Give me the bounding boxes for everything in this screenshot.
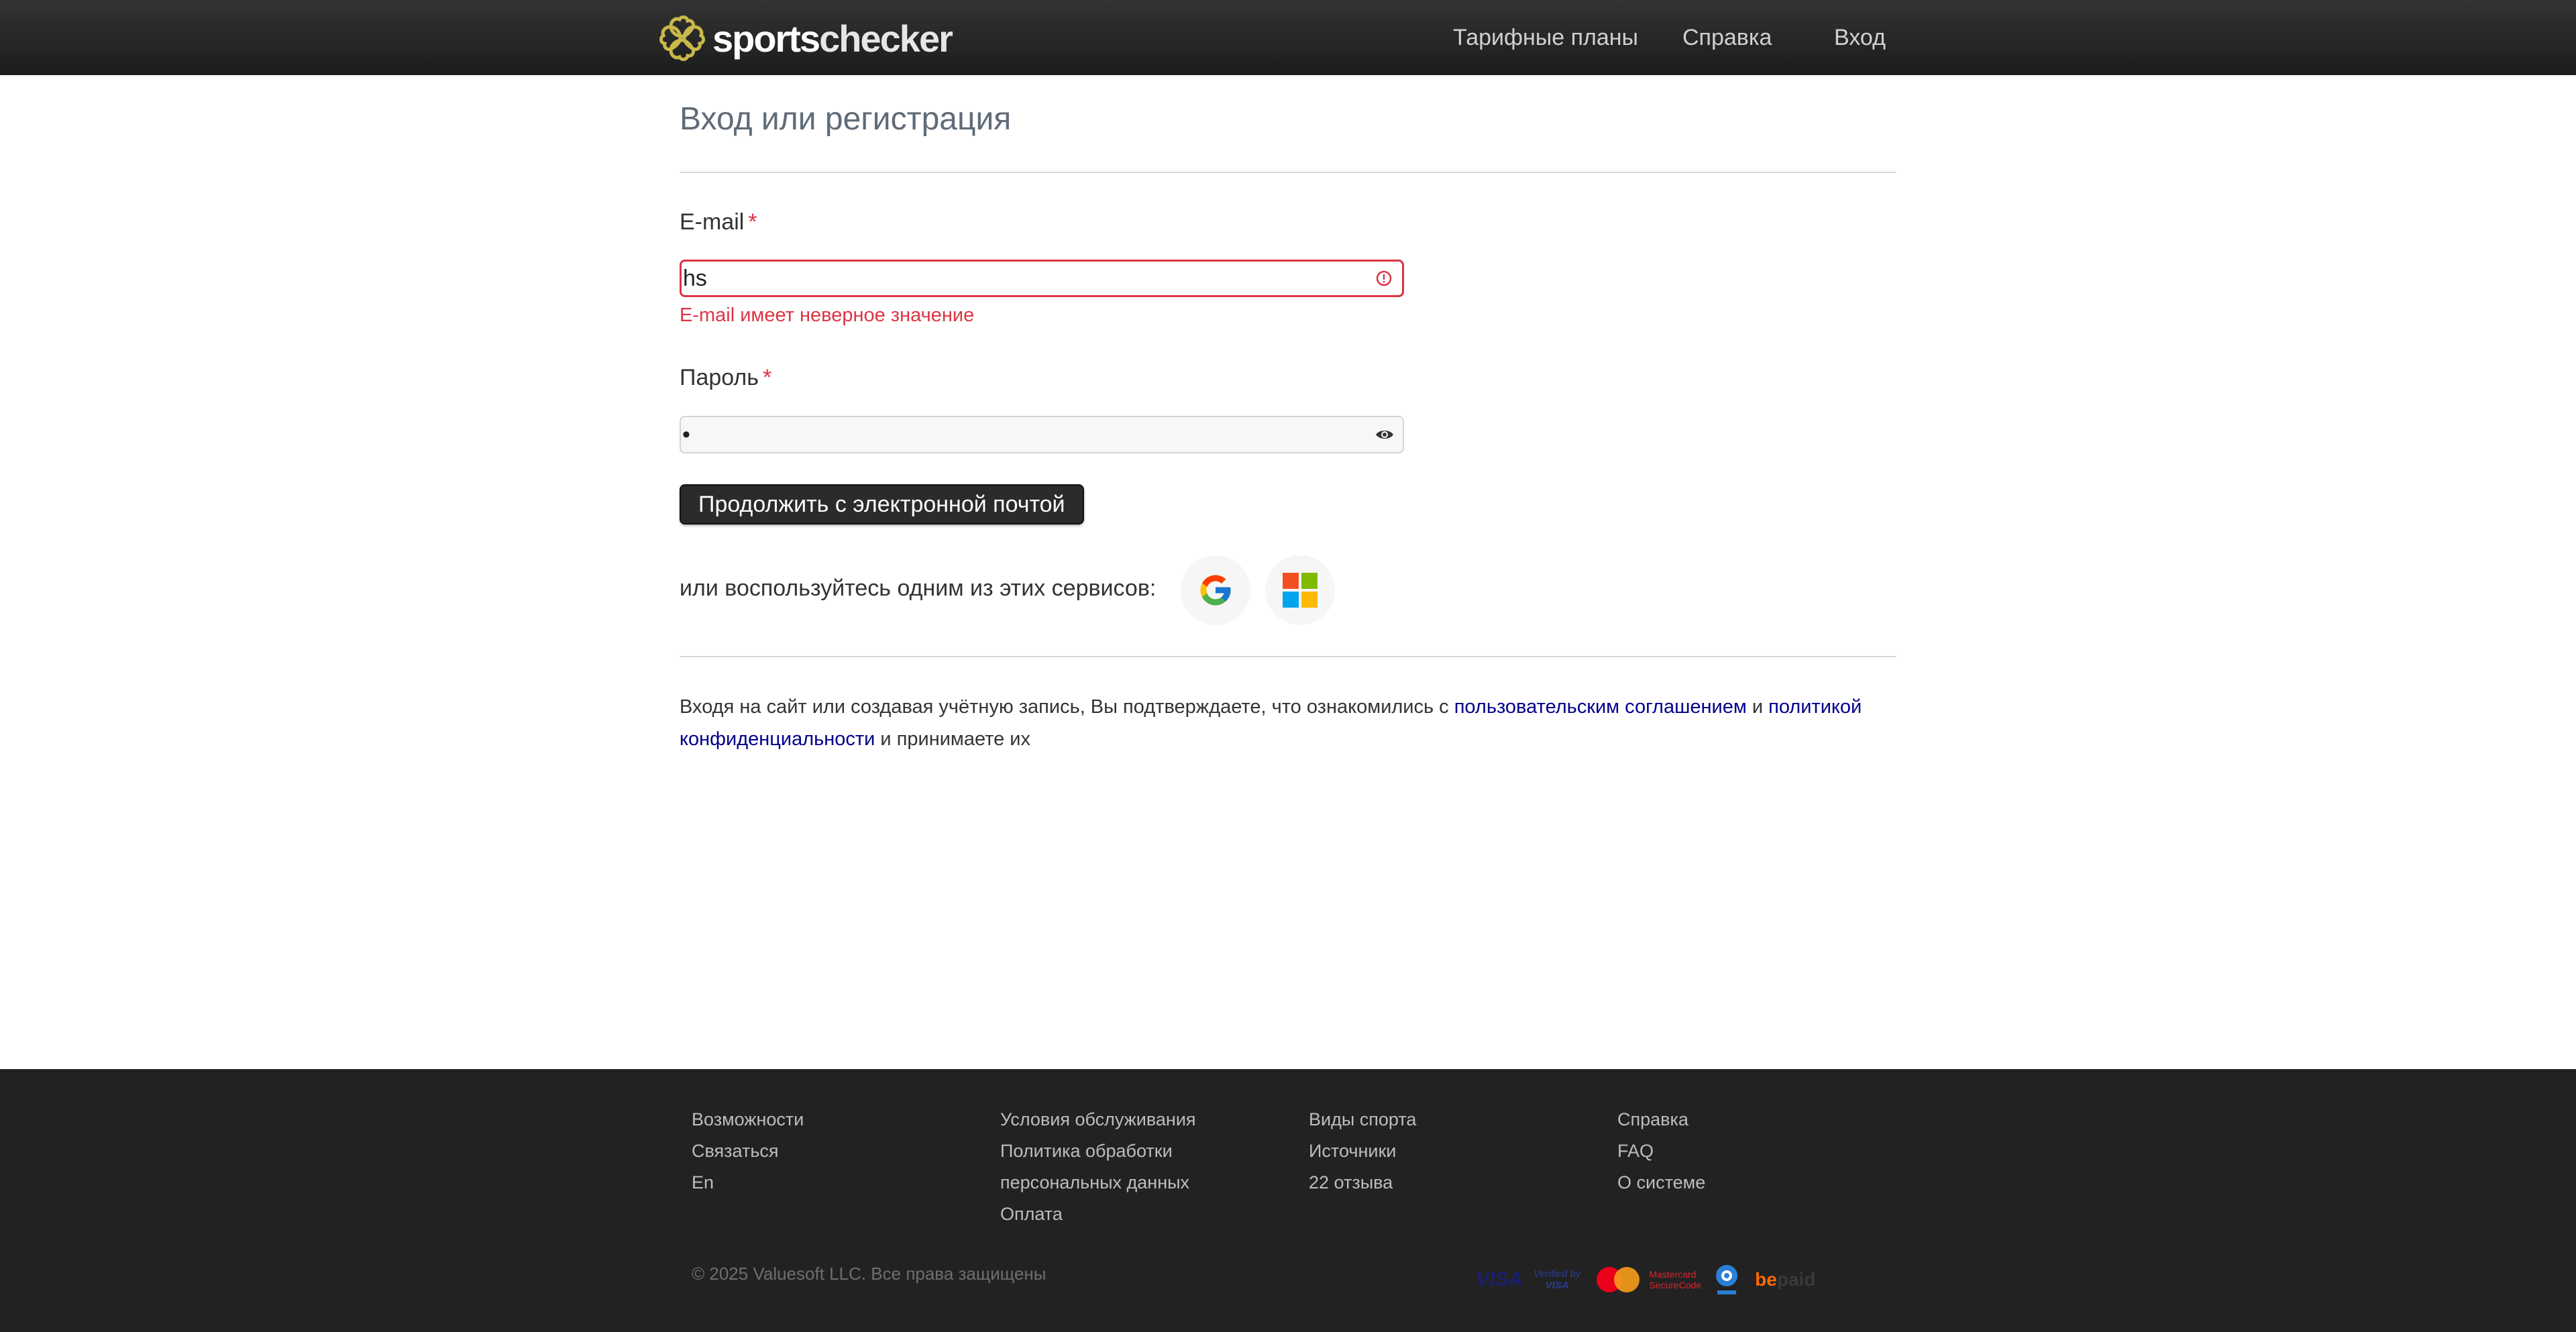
sportschecker-logo[interactable]: sportschecker: [657, 13, 953, 63]
email-field-container: [680, 260, 1404, 297]
visa-logo: VISA: [1476, 1268, 1523, 1290]
alternative-services-label: или воспользуйтесь одним из этих сервисо…: [680, 575, 1157, 601]
nav-login-link[interactable]: Вход: [1834, 0, 1886, 75]
mastercard-securecode-logo: Mastercard SecureCode: [1649, 1269, 1702, 1290]
footer-link-contact[interactable]: Связаться: [692, 1135, 804, 1167]
logo-text: sportschecker: [712, 17, 953, 60]
password-field-container: [680, 416, 1404, 453]
required-mark: *: [748, 209, 757, 235]
footer-link-about[interactable]: О системе: [1617, 1167, 1705, 1199]
footer-link-payment[interactable]: Оплата: [1000, 1199, 1196, 1230]
footer-link-sports[interactable]: Виды спорта: [1309, 1104, 1416, 1135]
password-label: Пароль *: [680, 365, 772, 390]
error-circle-icon: [1376, 270, 1392, 286]
footer-column-4: Справка FAQ О системе: [1617, 1104, 1705, 1199]
footer-link-sources[interactable]: Источники: [1309, 1135, 1416, 1167]
copyright-text: © 2025 Valuesoft LLC. Все права защищены: [692, 1264, 1046, 1284]
required-mark: *: [762, 365, 772, 390]
eye-icon[interactable]: [1375, 425, 1395, 445]
footer-link-features[interactable]: Возможности: [692, 1104, 804, 1135]
top-header: sportschecker Тарифные планы Справка Вхо…: [0, 0, 2576, 75]
google-icon: [1200, 575, 1231, 606]
continue-with-email-button[interactable]: Продолжить с электронной почтой: [680, 484, 1084, 524]
payment-logos: VISA Verified by VISA Mastercard SecureCod…: [1476, 1260, 1815, 1300]
microsoft-login-button[interactable]: [1265, 555, 1335, 625]
footer-link-data-policy[interactable]: Политика обработки: [1000, 1135, 1196, 1167]
email-error-message: E-mail имеет неверное значение: [680, 304, 975, 326]
email-field[interactable]: [682, 262, 1402, 295]
nav-help-link[interactable]: Справка: [1682, 0, 1772, 75]
footer-link-faq[interactable]: FAQ: [1617, 1135, 1705, 1167]
bepaid-logo: bepaid: [1755, 1269, 1816, 1290]
footer-column-2: Условия обслуживания Политика обработки …: [1000, 1104, 1196, 1230]
footer-link-reviews[interactable]: 22 отзыва: [1309, 1167, 1416, 1199]
footer-link-language[interactable]: En: [692, 1167, 804, 1199]
user-agreement-link[interactable]: пользовательским соглашением: [1454, 696, 1747, 718]
security-seal-icon: [1716, 1265, 1738, 1294]
divider: [680, 172, 1896, 173]
footer-link-terms[interactable]: Условия обслуживания: [1000, 1104, 1196, 1135]
footer-link-help[interactable]: Справка: [1617, 1104, 1705, 1135]
page-title: Вход или регистрация: [680, 101, 1012, 137]
verified-by-visa-logo: Verified by VISA: [1534, 1268, 1581, 1291]
divider: [680, 656, 1896, 657]
nav-plans-link[interactable]: Тарифные планы: [1453, 0, 1638, 75]
consent-notice: Входя на сайт или создавая учётную запис…: [680, 696, 1862, 750]
footer-column-3: Виды спорта Источники 22 отзыва: [1309, 1104, 1416, 1199]
footer-link-data-policy-cont[interactable]: персональных данных: [1000, 1167, 1196, 1199]
google-login-button[interactable]: [1181, 555, 1250, 625]
password-field[interactable]: [681, 417, 1403, 452]
footer-column-1: Возможности Связаться En: [692, 1104, 804, 1199]
clover-logo-icon: [659, 15, 705, 61]
site-footer: Возможности Связаться En Условия обслужи…: [0, 1069, 2576, 1332]
email-label: E-mail *: [680, 209, 757, 235]
mastercard-logo: [1595, 1264, 1642, 1295]
microsoft-icon: [1283, 573, 1318, 608]
